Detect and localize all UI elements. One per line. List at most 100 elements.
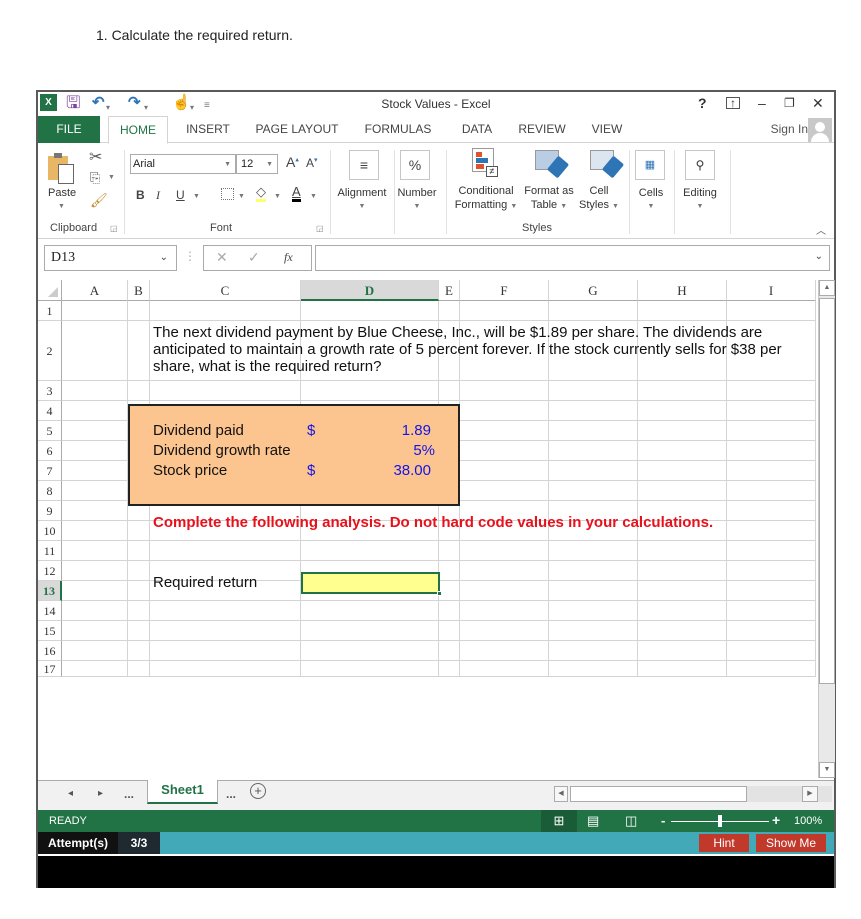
cell-styles-icon[interactable] [590,150,625,179]
horizontal-scroll-thumb[interactable] [570,786,747,802]
alignment-dropdown-icon[interactable]: ▼ [332,200,392,214]
page-layout-view-icon[interactable]: ▤ [587,813,599,829]
fill-color-dropdown-icon[interactable]: ▼ [274,193,281,200]
confirm-entry-icon[interactable]: ✓ [248,249,260,266]
scroll-up-icon[interactable]: ▲ [819,280,835,296]
required-return-cell[interactable] [301,572,442,596]
user-avatar-icon[interactable] [808,118,832,142]
paste-icon[interactable] [46,152,76,186]
cut-icon[interactable]: ✂ [89,147,102,167]
tab-page-layout[interactable]: PAGE LAYOUT [252,116,342,143]
underline-dropdown-icon[interactable]: ▼ [193,193,200,200]
row-header-7[interactable]: 7 [38,461,62,481]
font-color-icon[interactable]: A [292,184,301,202]
insert-function-icon[interactable]: fx [284,250,293,265]
formula-bar-grip-icon[interactable]: ⋮ [184,249,196,263]
input-value-cell[interactable]: 38.00 [338,462,431,479]
underline-button[interactable]: U [176,188,185,202]
more-sheets-right[interactable]: ... [226,787,236,801]
format-painter-icon[interactable]: 🖌 [90,192,108,209]
find-binoculars-icon[interactable]: ⚲ [685,150,715,180]
cells-button[interactable]: Cells [630,186,672,200]
tab-formulas[interactable]: FORMULAS [358,116,438,143]
format-as-table-button[interactable]: Format as Table ▼ [522,184,576,214]
collapse-ribbon-icon[interactable]: ︿ [816,222,826,237]
input-value-cell[interactable]: 1.89 [338,422,431,439]
page-break-view-icon[interactable]: ◫ [625,813,637,829]
column-header-g[interactable]: G [549,280,638,301]
column-header-c[interactable]: C [150,280,301,301]
row-header-15[interactable]: 15 [38,621,62,641]
horizontal-scrollbar[interactable] [570,786,832,802]
zoom-level[interactable]: 100% [794,815,822,827]
italic-button[interactable]: I [156,188,160,203]
name-box[interactable]: D13 ⌄ [44,245,177,271]
cancel-entry-icon[interactable]: ✕ [216,249,228,266]
zoom-out-button[interactable]: - [661,813,665,828]
more-sheets-left[interactable]: ... [124,787,134,801]
expand-formula-bar-icon[interactable]: ⌄ [815,251,823,262]
row-header-6[interactable]: 6 [38,441,62,461]
editing-dropdown-icon[interactable]: ▼ [674,200,726,214]
row-header-1[interactable]: 1 [38,301,62,321]
select-all-button[interactable] [38,280,62,301]
conditional-formatting-button[interactable]: Conditional Formatting ▼ [450,184,522,214]
font-launcher-icon[interactable]: ◲ [316,224,324,233]
row-header-12[interactable]: 12 [38,561,62,581]
conditional-formatting-icon[interactable]: ≠ [472,148,500,178]
row-header-3[interactable]: 3 [38,381,62,401]
column-header-b[interactable]: B [128,280,150,301]
normal-view-icon[interactable]: ⊞ [541,810,577,832]
row-header-14[interactable]: 14 [38,601,62,621]
paste-button[interactable]: Paste [48,186,76,200]
bold-button[interactable]: B [136,188,145,202]
number-button[interactable]: Number [394,186,440,200]
hint-button[interactable]: Hint [699,834,749,852]
tab-file[interactable]: FILE [38,116,100,143]
column-header-i[interactable]: I [727,280,816,301]
cell-styles-button[interactable]: Cell Styles ▼ [576,184,622,214]
vertical-scrollbar[interactable]: ▲ ▼ [818,280,835,778]
alignment-button[interactable]: Alignment [332,186,392,200]
scroll-down-icon[interactable]: ▼ [819,762,835,778]
column-header-f[interactable]: F [460,280,549,301]
format-as-table-icon[interactable] [535,150,570,179]
increase-font-size-icon[interactable]: A▴ [286,154,299,170]
cells-icon[interactable]: ▦ [635,150,665,180]
alignment-icon[interactable]: ≡ [349,150,379,180]
tab-review[interactable]: REVIEW [514,116,570,143]
row-header-16[interactable]: 16 [38,641,62,661]
tab-home[interactable]: HOME [108,116,168,144]
row-header-11[interactable]: 11 [38,541,62,561]
tab-view[interactable]: VIEW [584,116,630,143]
number-dropdown-icon[interactable]: ▼ [394,200,440,214]
vertical-scroll-thumb[interactable] [819,298,835,684]
next-sheet-icon[interactable]: ▸ [98,788,103,799]
decrease-font-size-icon[interactable]: A▾ [306,156,318,170]
zoom-in-button[interactable]: + [772,812,780,828]
help-icon[interactable]: ? [698,95,707,111]
row-header-2[interactable]: 2 [38,321,62,381]
formula-input[interactable]: ⌄ [315,245,830,271]
row-header-8[interactable]: 8 [38,481,62,501]
fill-handle[interactable] [437,591,442,596]
close-icon[interactable]: ✕ [812,95,824,111]
borders-dropdown-icon[interactable]: ▼ [238,193,245,200]
row-header-17[interactable]: 17 [38,661,62,677]
row-header-10[interactable]: 10 [38,521,62,541]
row-header-9[interactable]: 9 [38,501,62,521]
prev-sheet-icon[interactable]: ◂ [68,788,73,799]
paste-dropdown-icon[interactable]: ▼ [58,200,65,214]
sign-in-link[interactable]: Sign In [771,122,808,136]
scroll-right-icon[interactable]: ▶ [802,786,818,802]
font-name-select[interactable]: Arial ▼ [130,154,236,174]
row-header-13[interactable]: 13 [38,581,62,601]
number-format-icon[interactable]: % [400,150,430,180]
restore-icon[interactable]: ❐ [784,95,795,111]
scroll-left-icon[interactable]: ◀ [554,786,568,802]
copy-icon[interactable]: ⎘ [90,170,100,186]
ribbon-display-icon[interactable]: ↑ [726,97,740,109]
font-size-select[interactable]: 12 ▼ [236,154,278,174]
font-color-dropdown-icon[interactable]: ▼ [310,193,317,200]
row-header-5[interactable]: 5 [38,421,62,441]
